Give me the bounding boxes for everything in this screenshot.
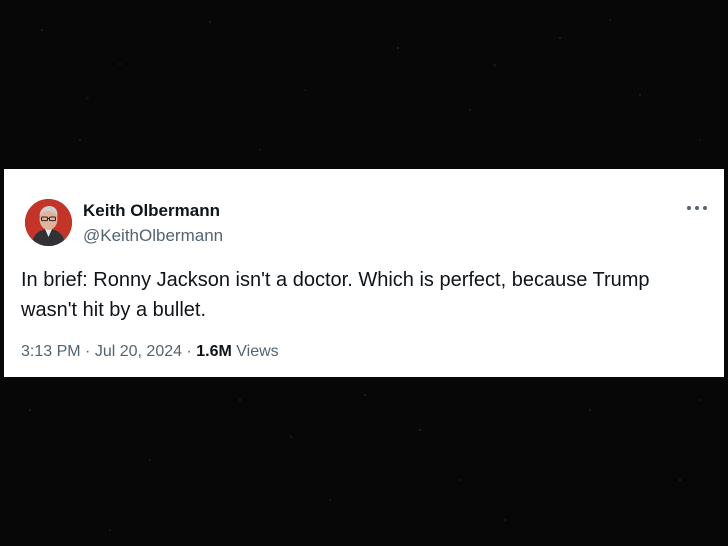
- avatar[interactable]: [25, 199, 72, 246]
- author-handle[interactable]: @KeithOlbermann: [83, 226, 223, 246]
- tweet-metadata: 3:13 PM · Jul 20, 2024 · 1.6M Views: [21, 343, 279, 361]
- tweet-date[interactable]: Jul 20, 2024: [95, 343, 182, 360]
- views-count: 1.6M: [196, 343, 232, 360]
- meta-separator: ·: [186, 343, 192, 360]
- avatar-portrait-icon: [25, 199, 72, 246]
- author-name[interactable]: Keith Olbermann: [83, 201, 220, 221]
- tweet-text: In brief: Ronny Jackson isn't a doctor. …: [21, 269, 650, 321]
- meta-separator: ·: [85, 343, 91, 360]
- tweet-time[interactable]: 3:13 PM: [21, 343, 81, 360]
- more-horizontal-icon[interactable]: [685, 201, 709, 215]
- tweet-card: Keith Olbermann @KeithOlbermann In brief…: [4, 169, 724, 377]
- views-label: Views: [236, 343, 279, 360]
